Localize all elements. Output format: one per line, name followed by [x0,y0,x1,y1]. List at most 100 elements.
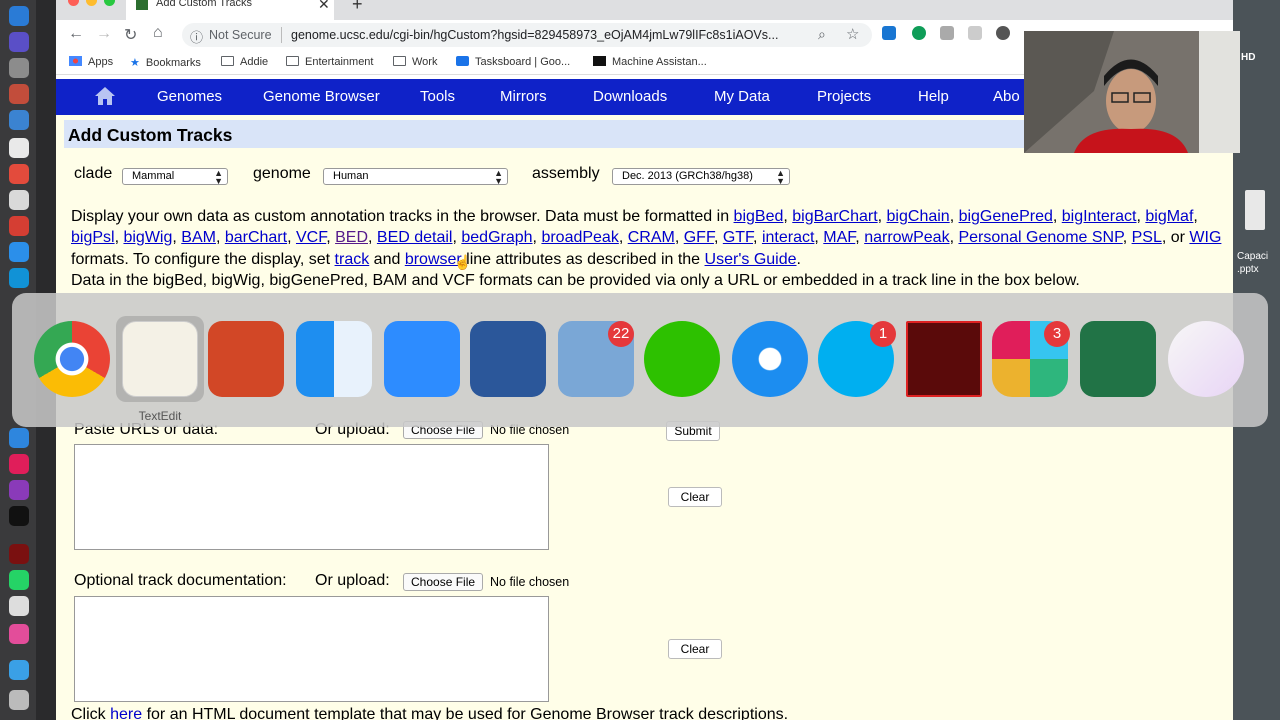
clear-data-button[interactable]: Clear [668,487,722,507]
format-link-interact[interactable]: interact [762,229,814,246]
nav-genome-browser[interactable]: Genome Browser [263,88,380,105]
format-link-bed[interactable]: BED [335,229,368,246]
textedit-icon[interactable] [122,321,198,397]
zoom-window-button[interactable] [104,0,115,6]
chrome-icon[interactable] [34,321,110,397]
textedit-icon[interactable] [9,596,29,616]
acrobat-icon[interactable] [906,321,982,397]
slack-icon[interactable] [9,454,29,474]
finder-icon[interactable] [296,321,372,397]
extension-circle-icon[interactable] [996,26,1010,40]
dock-app-icon[interactable] [9,428,29,448]
format-link-bigbed[interactable]: bigBed [734,208,784,225]
chrome-icon[interactable] [9,164,29,184]
assembly-select[interactable]: Dec. 2013 (GRCh38/hg38) ▲ ▼ [612,168,790,186]
wechat-icon[interactable] [644,321,720,397]
genome-select[interactable]: Human ▲ ▼ [323,168,508,186]
powerpoint-icon[interactable] [208,321,284,397]
nav-projects[interactable]: Projects [817,88,871,105]
tv-icon[interactable] [9,506,29,526]
format-link-bigchain[interactable]: bigChain [887,208,950,225]
bookmark-bookmarks[interactable]: ★ Bookmarks [130,56,201,69]
format-link-bigmaf[interactable]: bigMaf [1145,208,1193,225]
dock-app-icon[interactable] [9,58,29,78]
format-link-bigbarchart[interactable]: bigBarChart [792,208,877,225]
excel-icon[interactable] [1080,321,1156,397]
tab-add-custom-tracks[interactable]: Add Custom Tracks ✕ [126,0,334,20]
dock-app-icon[interactable] [9,32,29,52]
format-link-personal-genome-snp[interactable]: Personal Genome SNP [958,229,1122,246]
format-link-gtf[interactable]: GTF [723,229,753,246]
format-link-bedgraph[interactable]: bedGraph [461,229,532,246]
home-icon[interactable] [94,86,116,106]
dock-app-icon[interactable] [9,110,29,130]
doc-textarea[interactable] [74,596,549,702]
skype-icon[interactable] [9,268,29,288]
bookmark-addie[interactable]: Addie [221,56,268,68]
dock-app-icon[interactable] [9,216,29,236]
bookmark-tasksboard[interactable]: Tasksboard | Goo... [456,56,570,68]
nav-help[interactable]: Help [918,88,949,105]
format-link-wig[interactable]: WIG [1189,229,1221,246]
format-link-bam[interactable]: BAM [181,229,216,246]
reload-icon[interactable]: ↻ [124,25,137,45]
bookmark-apps[interactable]: Apps [69,56,113,68]
format-link-vcf[interactable]: VCF [296,229,326,246]
bookmark-work[interactable]: Work [393,56,437,68]
format-link-broadpeak[interactable]: broadPeak [541,229,618,246]
format-link-barchart[interactable]: barChart [225,229,287,246]
clear-doc-button[interactable]: Clear [668,639,722,659]
dock-app-icon[interactable] [9,190,29,210]
nav-genomes[interactable]: Genomes [157,88,222,105]
track-link[interactable]: track [335,251,370,268]
users-guide-link[interactable]: User's Guide [705,251,797,268]
minimize-window-button[interactable] [86,0,97,6]
music-icon[interactable] [9,624,29,644]
format-link-psl[interactable]: PSL [1132,229,1162,246]
info-icon[interactable]: ⓘ [190,27,203,46]
extension-b-icon[interactable] [968,26,982,40]
dock-app-icon[interactable] [9,6,29,26]
bookmark-star-icon[interactable]: ☆ [846,25,859,43]
nav-my-data[interactable]: My Data [714,88,770,105]
file-icon[interactable] [1245,190,1265,230]
nav-tools[interactable]: Tools [420,88,455,105]
acrobat-icon[interactable] [9,544,29,564]
whatsapp-icon[interactable] [9,570,29,590]
format-link-biggenepred[interactable]: bigGenePred [959,208,1053,225]
format-link-cram[interactable]: CRAM [628,229,675,246]
home-icon[interactable]: ⌂ [153,24,163,42]
bookmark-machine-assistant[interactable]: Machine Assistan... [593,56,707,68]
hd-label[interactable]: HD [1241,52,1255,63]
folder-icon[interactable] [9,660,29,680]
new-tab-icon[interactable]: + [352,0,363,15]
forward-arrow-icon[interactable]: → [96,25,112,43]
close-window-button[interactable] [68,0,79,6]
nav-mirrors[interactable]: Mirrors [500,88,547,105]
choose-doc-file-button[interactable]: Choose File [403,573,484,591]
drive-icon[interactable] [940,26,954,40]
format-link-bed-detail[interactable]: BED detail [377,229,453,246]
format-link-biginteract[interactable]: bigInteract [1062,208,1137,225]
extension-k-icon[interactable] [882,26,896,40]
desktop-file-label[interactable]: Capaci .pptx [1237,250,1268,276]
bookmark-entertainment[interactable]: Entertainment [286,56,373,68]
format-link-maf[interactable]: MAF [823,229,855,246]
close-icon[interactable]: ✕ [318,0,330,13]
paste-data-textarea[interactable] [74,444,549,550]
nav-about[interactable]: Abo [993,88,1020,105]
safari-icon[interactable] [732,321,808,397]
zoom-icon[interactable] [384,321,460,397]
format-link-narrowpeak[interactable]: narrowPeak [864,229,949,246]
word-icon[interactable] [470,321,546,397]
calendar-icon[interactable] [9,138,29,158]
nav-downloads[interactable]: Downloads [593,88,667,105]
address-bar[interactable]: ⓘ Not Secure genome.ucsc.edu/cgi-bin/hgC… [182,23,872,47]
dock-app-icon[interactable] [9,690,29,710]
podcasts-icon[interactable] [9,480,29,500]
zoom-icon[interactable]: ⌕ [818,26,826,43]
format-link-gff[interactable]: GFF [684,229,714,246]
back-arrow-icon[interactable]: ← [68,25,84,43]
security-label[interactable]: Not Secure [209,28,272,42]
url-text[interactable]: genome.ucsc.edu/cgi-bin/hgCustom?hgsid=8… [291,28,778,42]
